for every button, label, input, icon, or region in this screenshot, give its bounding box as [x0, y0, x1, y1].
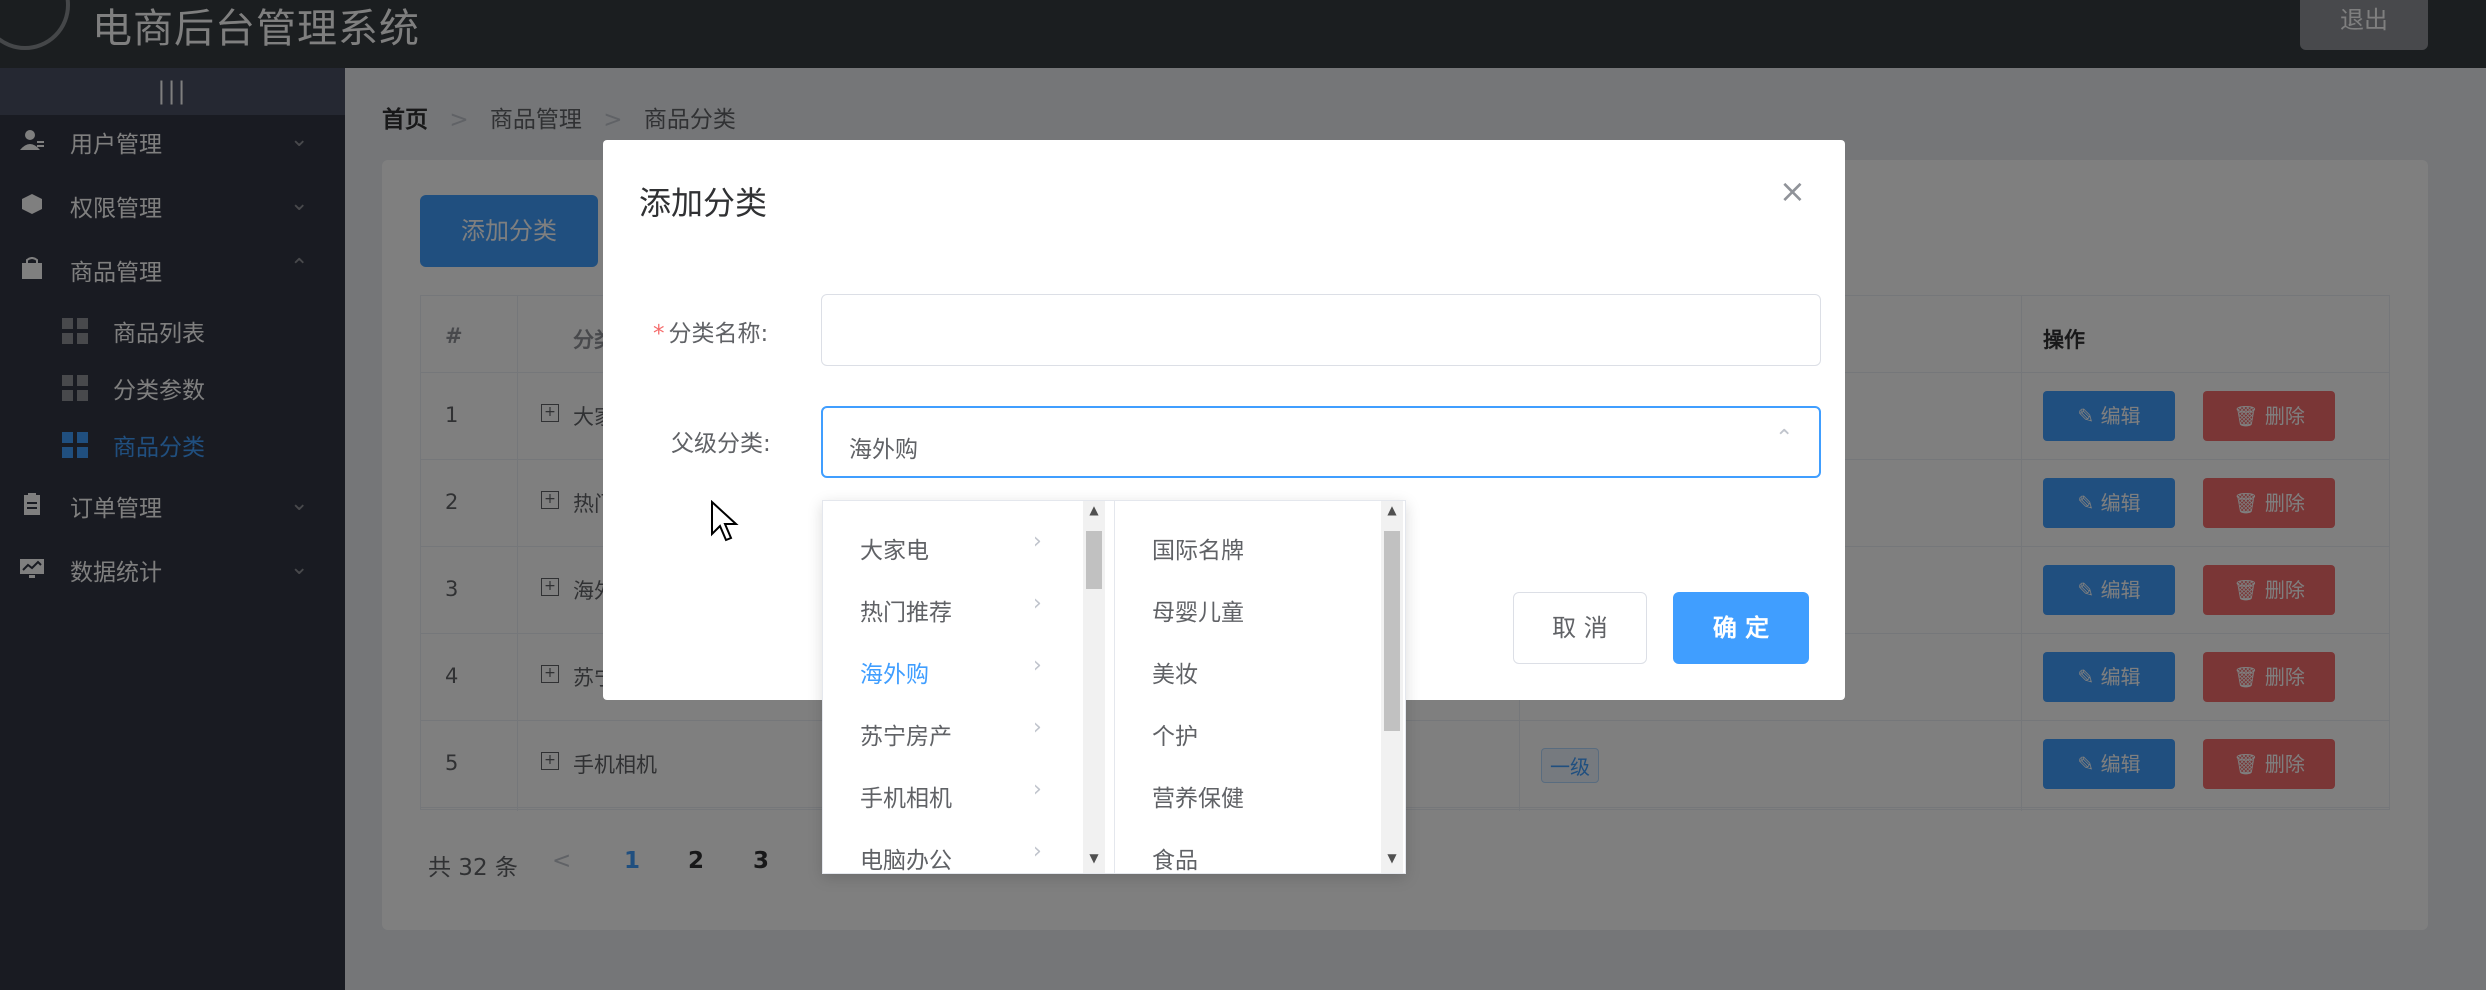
chevron-right-icon: › [1033, 529, 1042, 554]
scroll-down-icon: ▼ [1387, 851, 1397, 865]
cascader-option[interactable]: 母婴儿童 [1115, 579, 1405, 641]
cascader-option[interactable]: 美妆 [1115, 641, 1405, 703]
mouse-cursor-icon [711, 500, 739, 542]
cascader-option[interactable]: 手机相机 › [823, 765, 1114, 827]
chevron-right-icon: › [1033, 715, 1042, 740]
category-name-label: * 分类名称: [653, 321, 769, 347]
scroll-up-icon: ▲ [1387, 503, 1397, 517]
chevron-right-icon: › [1033, 839, 1042, 864]
dialog-title: 添加分类 [639, 184, 768, 222]
close-icon[interactable]: × [1779, 172, 1806, 210]
cascader-option[interactable]: 个护 [1115, 703, 1405, 765]
required-mark: * [653, 321, 665, 347]
confirm-button[interactable]: 确 定 [1673, 592, 1809, 664]
cascader-option[interactable]: 国际名牌 [1115, 517, 1405, 579]
cascader-option[interactable]: 热门推荐 › [823, 579, 1114, 641]
parent-category-cascader[interactable]: 海外购 ⌃ [821, 406, 1821, 478]
scroll-up-icon: ▲ [1089, 503, 1099, 517]
chevron-up-icon: ⌃ [1775, 426, 1794, 451]
chevron-right-icon: › [1033, 777, 1042, 802]
scroll-down-icon: ▼ [1089, 851, 1099, 865]
cascader-option[interactable]: 营养保健 [1115, 765, 1405, 827]
cascader-menu-level1: 大家电 › 热门推荐 › 海外购 › 苏宁房产 › 手机相机 › 电脑办公 › ▲ ▼ [823, 501, 1115, 873]
scrollbar-level2[interactable]: ▲ ▼ [1381, 501, 1403, 873]
cascader-dropdown: 大家电 › 热门推荐 › 海外购 › 苏宁房产 › 手机相机 › 电脑办公 › ▲ ▼ 国际… [822, 500, 1406, 874]
cancel-button[interactable]: 取 消 [1513, 592, 1647, 664]
parent-category-label: 父级分类: [671, 431, 771, 457]
cascader-option[interactable]: 食品 [1115, 827, 1405, 873]
category-name-input[interactable] [821, 294, 1821, 366]
cascader-option-active[interactable]: 海外购 › [823, 641, 1114, 703]
cascader-value: 海外购 [849, 437, 918, 463]
chevron-right-icon: › [1033, 653, 1042, 678]
scrollbar-level1[interactable]: ▲ ▼ [1083, 501, 1105, 873]
chevron-right-icon: › [1033, 591, 1042, 616]
cascader-option[interactable]: 电脑办公 › [823, 827, 1114, 873]
cascader-option[interactable]: 苏宁房产 › [823, 703, 1114, 765]
cascader-menu-level2: 国际名牌 母婴儿童 美妆 个护 营养保健 食品 ▲ ▼ [1115, 501, 1405, 873]
cascader-option[interactable]: 大家电 › [823, 517, 1114, 579]
